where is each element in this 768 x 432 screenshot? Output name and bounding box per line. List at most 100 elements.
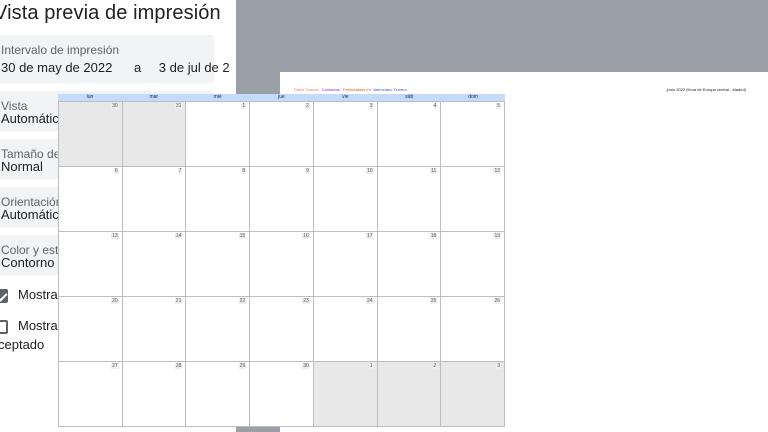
weekday-label: mar xyxy=(149,94,159,100)
day-cell: 10 xyxy=(313,167,378,232)
day-cell: 3 xyxy=(441,362,505,427)
calendar-name: Valenciano Tercero xyxy=(372,87,407,92)
day-cell: 6 xyxy=(59,167,123,232)
view-value: Automático xyxy=(1,111,67,126)
day-cell: 12 xyxy=(441,167,505,232)
day-cell: 4 xyxy=(377,102,442,167)
day-number: 20 xyxy=(111,298,119,304)
day-cell: 5 xyxy=(441,102,505,167)
day-number: 14 xyxy=(174,233,183,239)
orientation-value: Automático xyxy=(1,207,67,222)
day-number: 29 xyxy=(238,363,247,369)
print-range-field[interactable]: Intervalo de impresión 30 de may de 2022… xyxy=(0,35,230,83)
day-cell: 2 xyxy=(377,362,442,427)
day-number: 23 xyxy=(302,298,310,304)
day-cell: 13 xyxy=(59,232,123,297)
day-cell: 1 xyxy=(313,362,378,427)
calendar-grid: lun mar mié jue vie sáb dom 30 31 1 2 3 4 5 6 7 8 9 10 11 1… xyxy=(58,94,505,427)
day-number: 10 xyxy=(366,168,374,174)
day-cell: 9 xyxy=(250,167,314,232)
day-number: 24 xyxy=(366,298,374,304)
day-cell: 17 xyxy=(313,232,378,297)
calendar-names: Pablo Grande, Contactos, Festividades en Va… xyxy=(294,87,409,92)
color-style-value: Contorno xyxy=(1,255,55,270)
weekday-label: sáb xyxy=(405,94,414,100)
weekday-label: vie xyxy=(342,94,349,100)
day-cell: 8 xyxy=(186,167,251,232)
month-timezone: junio 2022 (Hora de Europa central - Mad… xyxy=(666,87,746,92)
day-number: 12 xyxy=(493,168,501,174)
day-number: 15 xyxy=(238,233,247,239)
day-number: 28 xyxy=(174,363,183,369)
weekday-label: lun xyxy=(86,94,94,100)
day-cell: 21 xyxy=(122,297,187,362)
page-title: Vista previa de impresión xyxy=(0,2,221,24)
day-number: 6 xyxy=(113,168,119,174)
day-number: 27 xyxy=(111,363,119,369)
day-cell: 20 xyxy=(59,297,123,362)
day-cell: 19 xyxy=(441,232,505,297)
day-cell: 25 xyxy=(377,297,442,362)
day-number: 22 xyxy=(238,298,247,304)
day-cell: 1 xyxy=(186,102,251,167)
day-number: 30 xyxy=(302,363,310,369)
day-cell: 27 xyxy=(59,362,123,427)
weekday-label: dom xyxy=(468,94,478,100)
weekday-header: lun mar mié jue vie sáb dom xyxy=(58,94,505,101)
calendar-name: Contactos, xyxy=(321,87,341,92)
weekday-label: jue xyxy=(278,94,285,100)
weekday-label: mié xyxy=(213,94,222,100)
day-number: 19 xyxy=(493,233,501,239)
day-number: 7 xyxy=(177,168,183,174)
range-start-input[interactable]: 30 de may de 2022 xyxy=(1,60,112,75)
day-number: 17 xyxy=(366,233,374,239)
print-range-values: 30 de may de 2022 a 3 de jul de 2 xyxy=(1,60,236,75)
day-number: 5 xyxy=(496,103,501,109)
day-cell: 31 xyxy=(122,102,187,167)
day-cell: 26 xyxy=(441,297,505,362)
day-number: 3 xyxy=(368,103,374,109)
day-cell: 24 xyxy=(313,297,378,362)
day-number: 16 xyxy=(302,233,310,239)
day-number: 13 xyxy=(111,233,119,239)
day-cell: 18 xyxy=(377,232,442,297)
day-cell: 22 xyxy=(186,297,251,362)
day-cell: 11 xyxy=(377,167,442,232)
checkbox-unchecked-icon[interactable] xyxy=(0,320,8,334)
font-size-value: Normal xyxy=(1,159,43,174)
day-number: 4 xyxy=(432,103,438,109)
day-number: 9 xyxy=(305,168,310,174)
print-range-label: Intervalo de impresión xyxy=(1,43,120,57)
day-cell: 7 xyxy=(122,167,187,232)
day-number: 3 xyxy=(496,363,501,369)
range-separator: a xyxy=(133,60,142,75)
day-number: 26 xyxy=(493,298,501,304)
day-number: 2 xyxy=(305,103,310,109)
day-number: 25 xyxy=(429,298,438,304)
day-number: 8 xyxy=(241,168,247,174)
day-cell: 23 xyxy=(250,297,314,362)
day-number: 1 xyxy=(241,103,247,109)
day-cell: 14 xyxy=(122,232,187,297)
day-cell: 2 xyxy=(250,102,314,167)
day-cell: 30 xyxy=(59,102,123,167)
day-number: 21 xyxy=(174,298,183,304)
weeks-grid: 30 31 1 2 3 4 5 6 7 8 9 10 11 12 13 14 15 16 17 18 19 20 21 22 2… xyxy=(58,101,505,427)
calendar-name: Pablo Grande, xyxy=(294,87,320,92)
range-end-input[interactable]: 3 de jul de 2 xyxy=(159,60,230,75)
calendar-name: Festividades en xyxy=(342,87,371,92)
day-number: 18 xyxy=(429,233,438,239)
day-number: 1 xyxy=(368,363,374,369)
day-cell: 15 xyxy=(186,232,251,297)
show-declined-label-continued: ceptado xyxy=(0,337,45,352)
day-number: 11 xyxy=(430,168,438,174)
day-number: 2 xyxy=(432,363,438,369)
day-number: 30 xyxy=(111,103,119,109)
day-cell: 30 xyxy=(250,362,314,427)
day-cell: 28 xyxy=(122,362,187,427)
day-cell: 3 xyxy=(313,102,378,167)
day-number: 31 xyxy=(174,103,183,109)
day-cell: 29 xyxy=(186,362,251,427)
checkbox-checked-icon[interactable] xyxy=(0,289,8,303)
day-cell: 16 xyxy=(250,232,314,297)
